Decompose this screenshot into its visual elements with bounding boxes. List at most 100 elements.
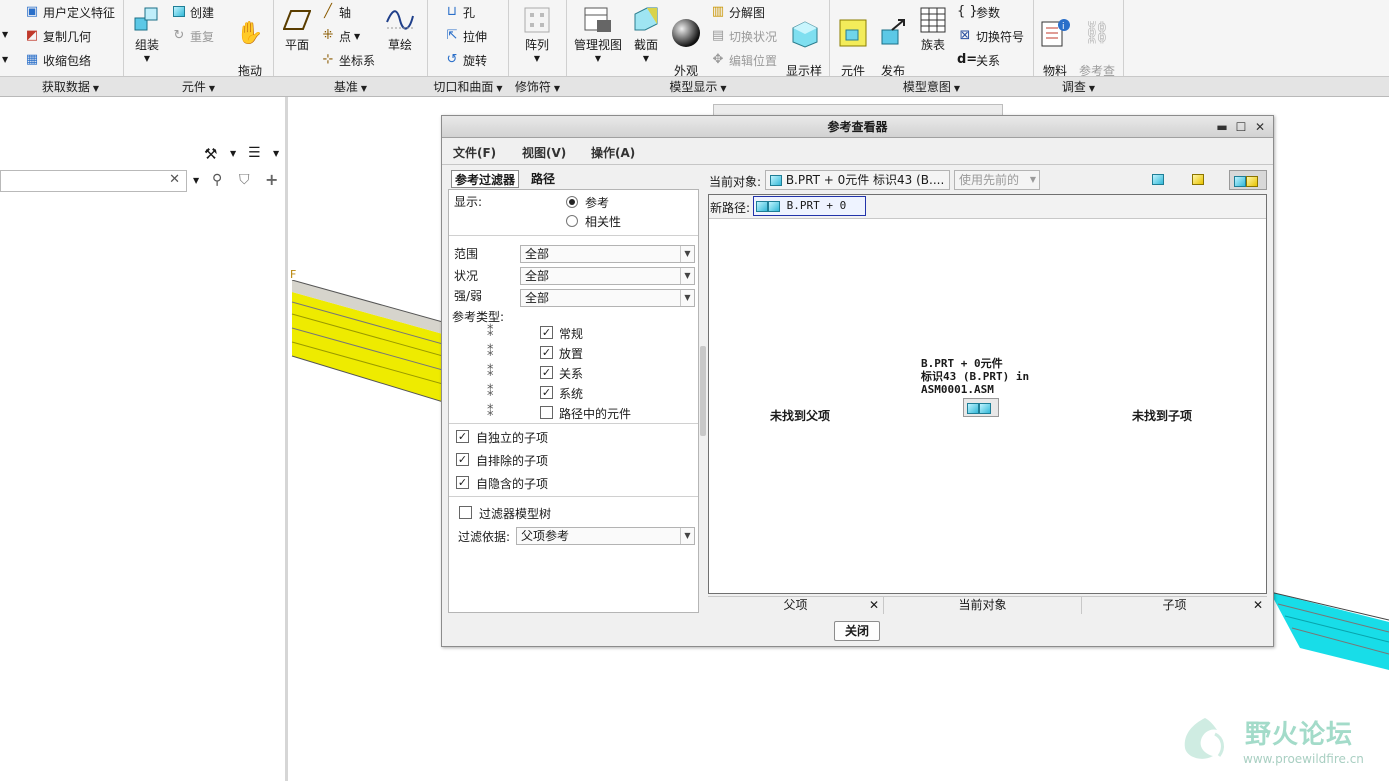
copy-geometry-button[interactable]: ◩ 复制几何 [24, 26, 91, 46]
show-reference-radio[interactable] [566, 196, 578, 208]
revolve-button[interactable]: ↺ 旋转 [444, 50, 487, 70]
current-object-field[interactable]: B.PRT + 0元件 标识43 (B.... [765, 170, 950, 190]
strength-select[interactable]: 全部 ▼ [520, 289, 695, 307]
section-button[interactable]: 截面 ▼ [630, 4, 662, 65]
maximize-icon[interactable]: ☐ [1233, 119, 1249, 135]
strength-label: 强/弱 [454, 289, 483, 303]
assemble-button[interactable]: 组装 ▼ [128, 4, 166, 65]
udf-icon: ▣ [25, 4, 39, 19]
status-select[interactable]: 全部 ▼ [520, 267, 695, 285]
binoculars-icon[interactable]: ⚲ [212, 172, 222, 188]
user-defined-feature-button[interactable]: ▣ 用户定义特征 [24, 2, 115, 22]
hole-button[interactable]: ⊔ 孔 [444, 2, 475, 22]
close-icon[interactable]: ✕ [869, 597, 879, 614]
close-icon[interactable]: ✕ [1252, 119, 1268, 135]
switch-symbols-button[interactable]: ⊠ 切换符号 [957, 26, 1024, 46]
group-component[interactable]: 元件 ▼ [124, 79, 273, 96]
excluded-children-checkbox[interactable]: ✓ [456, 453, 469, 466]
ref-type-system-checkbox[interactable]: ✓ [540, 386, 553, 399]
menu-file[interactable]: 文件(F) [453, 144, 496, 161]
family-table-button[interactable]: 族表 [916, 4, 950, 52]
model-tree-panel: ⚒ ▼ ☰ ▼ ✕ ▼ ⚲ ⛉ + [0, 97, 288, 781]
add-icon[interactable]: + [265, 170, 278, 189]
exploded-view-button[interactable]: ▥ 分解图 [710, 2, 765, 22]
clear-icon[interactable]: ✕ [169, 172, 180, 187]
repeat-button[interactable]: ↻ 重复 [171, 26, 214, 46]
dropdown-arrow-icon[interactable]: ▼ [2, 30, 8, 39]
ref-type-regular-checkbox[interactable]: ✓ [540, 326, 553, 339]
tree-search-input[interactable]: ✕ [0, 170, 187, 192]
show-both-toggle[interactable] [1229, 170, 1267, 190]
axis-button[interactable]: ╱ 轴 [320, 2, 351, 22]
ref-type-system-label: 系统 [559, 387, 584, 401]
parameters-button[interactable]: { } 参数 [957, 2, 1000, 22]
tree-columns-icon[interactable]: ☰ [248, 145, 261, 161]
group-investigate[interactable]: 调查 ▼ [1034, 79, 1123, 96]
plane-button[interactable]: 平面 [280, 4, 314, 52]
current-node-icon[interactable] [963, 398, 999, 417]
tree-settings-icon[interactable]: ⚒ [204, 145, 217, 163]
group-model-display[interactable]: 模型显示 ▼ [567, 79, 829, 96]
show-parent-icon[interactable] [1152, 172, 1164, 186]
edit-position-button[interactable]: ✥ 编辑位置 [710, 50, 777, 70]
create-component-button[interactable]: 创建 [171, 2, 214, 22]
relations-button[interactable]: d= 关系 [957, 50, 1000, 70]
independent-children-checkbox[interactable]: ✓ [456, 430, 469, 443]
dropdown-arrow-icon[interactable]: ▼ [2, 55, 8, 64]
extrude-icon: ⇱ [446, 28, 458, 43]
shrinkwrap-button[interactable]: ▦ 收缩包络 [24, 50, 91, 70]
group-cut-surface[interactable]: 切口和曲面 ▼ [428, 79, 508, 96]
exploded-view-icon: ▥ [711, 4, 725, 19]
ref-type-path-component-checkbox[interactable] [540, 406, 553, 419]
drag-hand-icon: ✋ [236, 20, 264, 46]
chevron-down-icon: ▼ [680, 528, 694, 544]
parent-column-header[interactable]: 父项 ✕ [708, 596, 884, 614]
yellow-beam-component[interactable] [290, 280, 450, 405]
sketch-button[interactable]: 草绘 [383, 4, 417, 52]
point-button[interactable]: ⁜ 点 ▼ [320, 26, 361, 46]
ref-type-placement-checkbox[interactable]: ✓ [540, 346, 553, 359]
minimize-icon[interactable]: ▬ [1214, 119, 1230, 135]
chevron-down-icon[interactable]: ▼ [273, 149, 279, 158]
divider [449, 235, 698, 236]
csys-button[interactable]: ⊹ 坐标系 [320, 50, 375, 70]
close-button[interactable]: 关闭 [834, 621, 880, 641]
pattern-button[interactable]: 阵列 ▼ [518, 4, 556, 65]
filter-model-tree-checkbox[interactable] [459, 506, 472, 519]
show-child-icon[interactable] [1192, 172, 1204, 186]
repeat-icon: ↻ [173, 28, 185, 43]
ribbon: ▼ ▼ ▣ 用户定义特征 ◩ 复制几何 ▦ 收缩包络 组装 ▼ 创建 ↻ 重复 … [0, 0, 1389, 96]
child-column-header[interactable]: 子项 ✕ [1082, 596, 1267, 614]
filter-by-select[interactable]: 父项参考 ▼ [516, 527, 695, 545]
toggle-status-button[interactable]: ▤ 切换状况 [710, 26, 777, 46]
group-get-data[interactable]: 获取数据 ▼ [18, 79, 123, 96]
section-icon [630, 4, 662, 36]
pane-splitter[interactable] [700, 346, 706, 436]
group-datum[interactable]: 基准 ▼ [274, 79, 427, 96]
bom-icon: i [1039, 17, 1071, 49]
manage-views-button[interactable]: 管理视图 ▼ [571, 4, 625, 65]
menu-view[interactable]: 视图(V) [522, 144, 566, 161]
tab-reference-filter[interactable]: 参考过滤器 [451, 170, 520, 188]
filter-icon[interactable]: ⛉ [239, 172, 250, 188]
chevron-down-icon[interactable]: ▼ [230, 149, 236, 158]
current-column-header[interactable]: 当前对象 [884, 596, 1082, 614]
scope-label: 范围 [454, 247, 479, 261]
use-previous-select[interactable]: 使用先前的 ▼ [954, 170, 1040, 190]
divider [449, 496, 698, 497]
scope-select[interactable]: 全部 ▼ [520, 245, 695, 263]
ref-type-relation-checkbox[interactable]: ✓ [540, 366, 553, 379]
tab-path[interactable]: 路径 [528, 170, 558, 188]
menu-operation[interactable]: 操作(A) [591, 144, 635, 161]
chevron-down-icon[interactable]: ▼ [193, 176, 199, 185]
display-style-cube-icon [788, 17, 820, 49]
close-icon[interactable]: ✕ [1253, 597, 1263, 614]
group-modifier[interactable]: 修饰符 ▼ [509, 79, 566, 96]
shrinkwrap-icon: ▦ [25, 52, 39, 67]
suppressed-children-checkbox[interactable]: ✓ [456, 476, 469, 489]
extrude-button[interactable]: ⇱ 拉伸 [444, 26, 487, 46]
dialog-menubar: 文件(F) 视图(V) 操作(A) [442, 139, 1273, 165]
group-model-intent[interactable]: 模型意图 ▼ [830, 79, 1033, 96]
show-dependency-radio[interactable] [566, 215, 578, 227]
new-path-node[interactable]: B.PRT + 0 [753, 196, 866, 216]
